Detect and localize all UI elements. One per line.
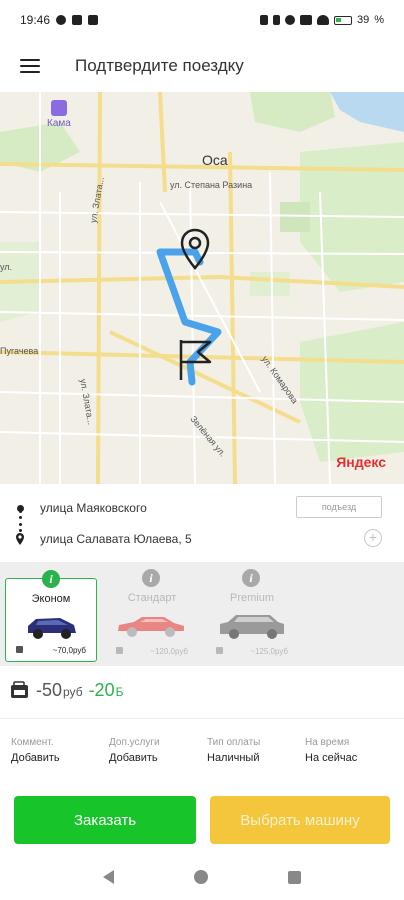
option-comment[interactable]: Коммент. Добавить [0,719,98,782]
tariff-price: ~70,0руб [52,646,86,655]
yandex-logo: Яндекс [336,454,386,470]
status-bar: 19:46 39% [0,0,404,40]
option-label: Коммент. [11,737,54,748]
notification-icon [56,15,67,25]
option-value: Наличный [207,752,260,764]
option-value: На сейчас [305,752,358,764]
info-icon[interactable]: i [142,569,160,587]
luggage-icon [216,647,223,654]
poi-icon [51,100,67,116]
destination-address: улица Салавата Юлаева, 5 [40,532,192,546]
tariff-name: Стандарт [127,592,177,604]
info-icon[interactable]: i [242,569,260,587]
option-value: Добавить [11,752,60,764]
bonus-points: -20 [88,680,115,700]
discount-unit: руб [63,685,83,699]
route-map[interactable]: Кама Оса ул. Степана Разина ул. Злата...… [0,92,404,484]
home-icon[interactable] [194,870,208,884]
price-summary: -50 руб -20 Б [10,678,123,708]
option-payment[interactable]: Тип оплаты Наличный [196,719,294,782]
tariff-price: ~120,0руб [150,647,188,656]
tariff-price: ~125,0руб [250,647,288,656]
street-label-razina: ул. Степана Разина [170,180,253,190]
system-nav-bar [0,854,404,900]
car-econom-icon [28,618,76,639]
option-label: Тип оплаты [207,737,261,748]
recent-apps-icon[interactable] [288,870,301,884]
tariff-econom[interactable]: i Эконом ~70,0руб [5,570,97,662]
option-label: На время [305,737,350,748]
video-icon [72,15,83,25]
luggage-icon [16,646,23,653]
entrance-button[interactable]: подъезд [296,496,382,518]
discount-amount: -50 [36,680,63,700]
battery-percent-sign: % [374,14,384,26]
battery-icon [333,15,352,25]
order-options: Коммент. Добавить Доп.услуги Добавить Ти… [0,718,404,782]
destination-pin-icon [16,533,24,545]
luggage-icon [116,647,123,654]
poi-label: Кама [47,118,71,129]
wifi-icon [316,15,329,25]
city-label: Оса [202,152,228,168]
tariff-name: Premium [229,592,274,604]
clock: 19:46 [20,13,51,27]
signal-icon [299,15,312,25]
tariff-standart[interactable]: i Стандарт ~120,0руб [106,569,198,662]
tariff-selector: i Эконом ~70,0руб i Стандарт ~120,0руб i… [0,562,404,666]
finish-flag-icon [179,340,212,380]
street-label-left: ул. [0,262,13,272]
bluetooth-icon [272,15,280,25]
option-label: Доп.услуги [109,737,160,748]
wallet-icon [11,681,28,698]
pickup-address: улица Маяковского [40,501,147,515]
alarm-icon [284,15,295,25]
tariff-premium[interactable]: i Premium ~125,0руб [206,569,298,662]
info-icon[interactable]: i [42,570,60,588]
page-title: Подтвердите поездку [75,56,244,75]
menu-button[interactable] [0,40,60,92]
location-icon [259,15,268,25]
street-label-pugacheva: Пугачева [0,346,39,356]
option-extras[interactable]: Доп.услуги Добавить [98,719,196,782]
bonus-unit: Б [115,685,124,699]
option-time[interactable]: На время На сейчас [294,719,392,782]
battery-level: 39 [356,14,370,26]
order-button[interactable]: Заказать [14,796,196,844]
pickup-dot-icon [16,504,24,512]
destination-address-row[interactable]: улица Салавата Юлаева, 5 [0,523,404,555]
car-standart-icon [118,617,184,637]
yandex-logo-text: Яндекс [336,454,386,470]
app-bar: Подтвердите поездку [0,40,404,92]
back-icon[interactable] [103,870,114,884]
car-premium-icon [220,615,284,639]
tariff-name: Эконом [31,593,71,605]
choose-car-button[interactable]: Выбрать машину [210,796,390,844]
option-value: Добавить [109,752,158,764]
hamburger-icon [20,59,40,73]
add-stop-button[interactable]: + [364,529,382,547]
app-icon [88,15,99,25]
start-pin-icon [180,228,210,270]
